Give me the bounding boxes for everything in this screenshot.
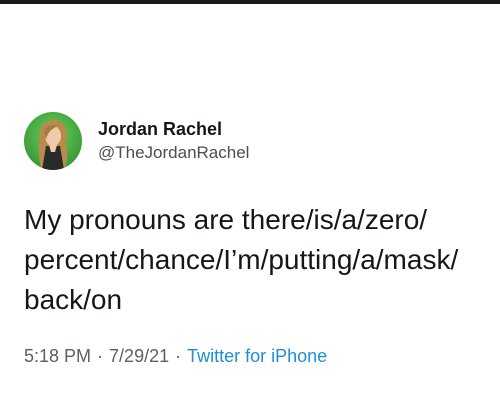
tweet-date[interactable]: 7/29/21	[109, 346, 169, 367]
tweet-metadata: 5:18 PM · 7/29/21 · Twitter for iPhone	[24, 346, 484, 367]
tweet-header: Jordan Rachel @TheJordanRachel	[24, 112, 484, 170]
tweet-card: Jordan Rachel @TheJordanRachel My pronou…	[24, 112, 484, 367]
separator-dot: ·	[175, 346, 182, 366]
tweet-time[interactable]: 5:18 PM	[24, 346, 91, 367]
author-names: Jordan Rachel @TheJordanRachel	[98, 118, 249, 164]
user-handle[interactable]: @TheJordanRachel	[98, 142, 249, 164]
tweet-source-link[interactable]: Twitter for iPhone	[187, 346, 327, 367]
tweet-text: My pronouns are there/is/a/zero/ percent…	[24, 204, 459, 315]
top-border	[0, 0, 500, 4]
separator-dot: ·	[97, 346, 104, 366]
profile-photo-icon	[24, 112, 82, 170]
display-name[interactable]: Jordan Rachel	[98, 118, 249, 140]
avatar[interactable]	[24, 112, 82, 170]
